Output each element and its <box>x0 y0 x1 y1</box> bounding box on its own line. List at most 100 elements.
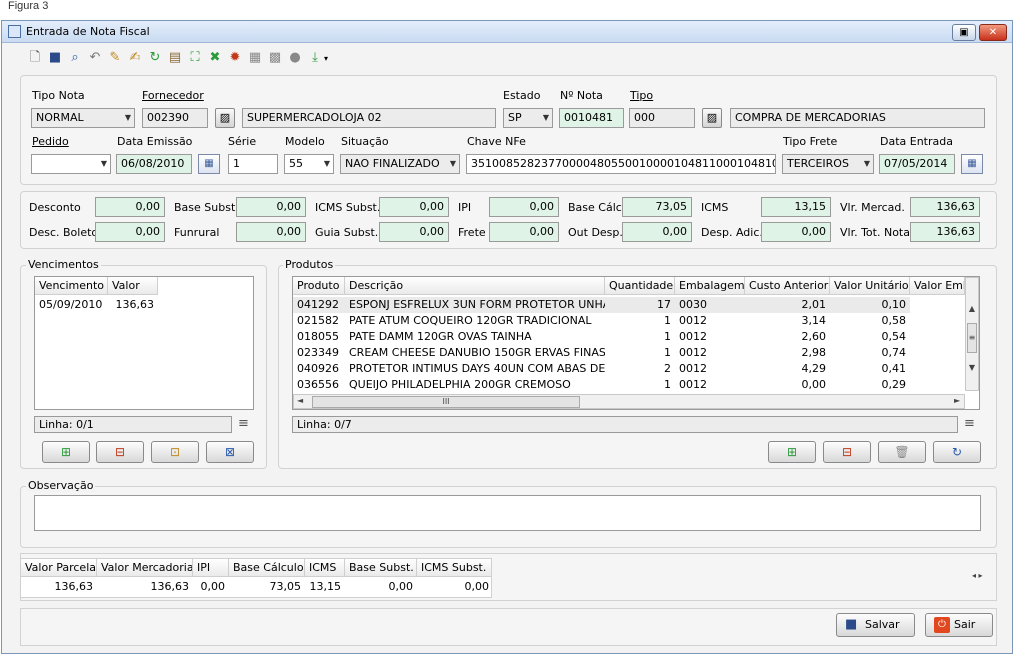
split-vencimento-button[interactable]: ⊠ <box>206 441 254 463</box>
calendar-icon[interactable]: ▦ <box>961 154 983 174</box>
table-row[interactable]: 021582 <box>293 313 345 329</box>
table-row[interactable]: 0,00 <box>745 377 830 393</box>
col-vencimento[interactable]: Vencimento <box>35 277 108 295</box>
sair-button[interactable]: ⏻ Sair <box>925 613 993 637</box>
table-row[interactable]: CREAM CHEESE DANUBIO 150GR ERVAS FINAS <box>345 345 605 361</box>
fornecedor-code-field[interactable]: 002390 <box>142 108 208 128</box>
download-icon[interactable]: ⤓ <box>307 50 323 66</box>
table-row[interactable]: 0,58 <box>830 313 910 329</box>
desc-boleto-field[interactable]: 0,00 <box>95 222 165 242</box>
col-valor-unitario[interactable]: Valor Unitário <box>830 277 910 295</box>
restore-button[interactable]: ▣ <box>952 24 976 41</box>
desp-adic-field[interactable]: 0,00 <box>761 222 831 242</box>
summary-col-header[interactable]: Valor Mercadoria <box>97 559 193 577</box>
base-calc-field[interactable]: 73,05 <box>622 197 692 217</box>
col-quantidade[interactable]: Quantidade <box>605 277 675 295</box>
table-row[interactable]: 1 <box>605 313 675 329</box>
data-entrada-field[interactable]: 07/05/2014 <box>879 154 955 174</box>
observacao-textarea[interactable] <box>34 495 981 531</box>
table-row[interactable]: 0012 <box>675 345 745 361</box>
refresh-produto-button[interactable]: ↻ <box>933 441 981 463</box>
vencimentos-grid[interactable]: Vencimento Valor 05/09/2010 136,63 <box>34 276 254 410</box>
save-icon[interactable]: ■ <box>47 50 63 66</box>
expand-icon[interactable]: ⛶ <box>187 50 203 66</box>
tipo-label[interactable]: Tipo <box>630 89 653 102</box>
horizontal-scrollbar[interactable]: ◄ III ► <box>293 394 965 409</box>
menu-icon[interactable]: ≡ <box>964 416 975 431</box>
col-valor[interactable]: Valor <box>108 277 158 295</box>
edit-doc-icon[interactable]: ✍ <box>127 50 143 66</box>
table-row[interactable]: 041292 <box>293 297 345 313</box>
table-row[interactable]: 136,63 <box>108 297 158 313</box>
table-row[interactable]: 0,41 <box>830 361 910 377</box>
col-descricao[interactable]: Descrição <box>345 277 605 295</box>
paste-icon[interactable]: ▤ <box>167 50 183 66</box>
undo-icon[interactable]: ↶ <box>87 50 103 66</box>
table-row[interactable]: 0,10 <box>830 297 910 313</box>
table-row[interactable]: 3,14 <box>745 313 830 329</box>
table-row[interactable]: 17 <box>605 297 675 313</box>
serie-field[interactable]: 1 <box>228 154 278 174</box>
funrural-field[interactable]: 0,00 <box>236 222 306 242</box>
stamp-icon[interactable]: ✹ <box>227 50 243 66</box>
pedido-label[interactable]: Pedido <box>32 135 69 148</box>
out-desp-field[interactable]: 0,00 <box>622 222 692 242</box>
fornecedor-search-button[interactable]: ▨ <box>215 108 235 128</box>
table-row[interactable]: PATE ATUM COQUEIRO 120GR TRADICIONAL <box>345 313 605 329</box>
data-emissao-field[interactable]: 06/08/2010 <box>116 154 192 174</box>
guia-subst-field[interactable]: 0,00 <box>379 222 449 242</box>
table-row[interactable]: 0012 <box>675 329 745 345</box>
nota-field[interactable]: 0010481 <box>559 108 624 128</box>
scroll-right-icon[interactable]: ► <box>954 396 960 405</box>
edit-icon[interactable]: ✎ <box>107 50 123 66</box>
summary-scroll-arrows-icon[interactable]: ◂ ▸ <box>972 571 983 580</box>
remove-vencimento-button[interactable]: ⊟ <box>96 441 144 463</box>
menu-icon[interactable]: ≡ <box>238 416 249 431</box>
table-row[interactable]: 0,54 <box>830 329 910 345</box>
scroll-left-icon[interactable]: ◄ <box>297 396 303 405</box>
user-icon[interactable]: ● <box>287 50 303 66</box>
table-row[interactable]: 1 <box>605 377 675 393</box>
situacao-combo[interactable]: NAO FINALIZADO ▼ <box>340 154 460 174</box>
table-row[interactable]: PATE DAMM 120GR OVAS TAINHA <box>345 329 605 345</box>
edit-vencimento-button[interactable]: ⊡ <box>151 441 199 463</box>
tipo-nota-combo[interactable]: NORMAL ▼ <box>31 108 135 128</box>
tipo-frete-combo[interactable]: TERCEIROS ▼ <box>782 154 874 174</box>
table-row[interactable]: 0,74 <box>830 345 910 361</box>
print-icon[interactable]: ▦ <box>247 50 263 66</box>
table-row[interactable]: 4,29 <box>745 361 830 377</box>
calendar-icon[interactable]: ▦ <box>198 154 220 174</box>
fornecedor-label[interactable]: Fornecedor <box>142 89 204 102</box>
icms-subst-field[interactable]: 0,00 <box>379 197 449 217</box>
trash-icon[interactable]: 🗑 <box>878 441 926 463</box>
remove-produto-button[interactable]: ⊟ <box>823 441 871 463</box>
new-icon[interactable]: 🗋 <box>27 50 43 66</box>
tipo-code-field[interactable]: 000 <box>629 108 695 128</box>
ipi-field[interactable]: 0,00 <box>489 197 559 217</box>
table-row[interactable]: 05/09/2010 <box>35 297 108 313</box>
table-row[interactable]: 2 <box>605 361 675 377</box>
tipo-search-button[interactable]: ▨ <box>702 108 722 128</box>
table-row[interactable]: 2,60 <box>745 329 830 345</box>
table-row[interactable]: 0030 <box>675 297 745 313</box>
col-valor-emba[interactable]: Valor Emba <box>910 277 965 295</box>
table-row[interactable]: 018055 <box>293 329 345 345</box>
table-row[interactable]: ESPONJ ESFRELUX 3UN FORM PROTETOR UNHAS <box>345 297 605 313</box>
table-row[interactable]: 0012 <box>675 377 745 393</box>
print-gray-icon[interactable]: ▩ <box>267 50 283 66</box>
summary-col-header[interactable]: ICMS Subst. <box>417 559 491 577</box>
add-vencimento-button[interactable]: ⊞ <box>42 441 90 463</box>
col-embalagem[interactable]: Embalagem <box>675 277 745 295</box>
chave-nfe-field[interactable]: 3510085282377000048055001000010481100010… <box>466 154 776 174</box>
table-row[interactable]: 0,29 <box>830 377 910 393</box>
scroll-down-icon[interactable]: ▼ <box>966 363 978 372</box>
table-row[interactable]: 2,98 <box>745 345 830 361</box>
modelo-combo[interactable]: 55 ▼ <box>284 154 334 174</box>
desconto-field[interactable]: 0,00 <box>95 197 165 217</box>
delete-icon[interactable]: ✖ <box>207 50 223 66</box>
table-row[interactable]: 1 <box>605 329 675 345</box>
base-subst-field[interactable]: 0,00 <box>236 197 306 217</box>
produtos-grid[interactable]: Produto Descrição Quantidade Embalagem C… <box>292 276 980 410</box>
vlr-tot-nota-field[interactable]: 136,63 <box>910 222 980 242</box>
summary-col-header[interactable]: Base Subst. <box>345 559 417 577</box>
